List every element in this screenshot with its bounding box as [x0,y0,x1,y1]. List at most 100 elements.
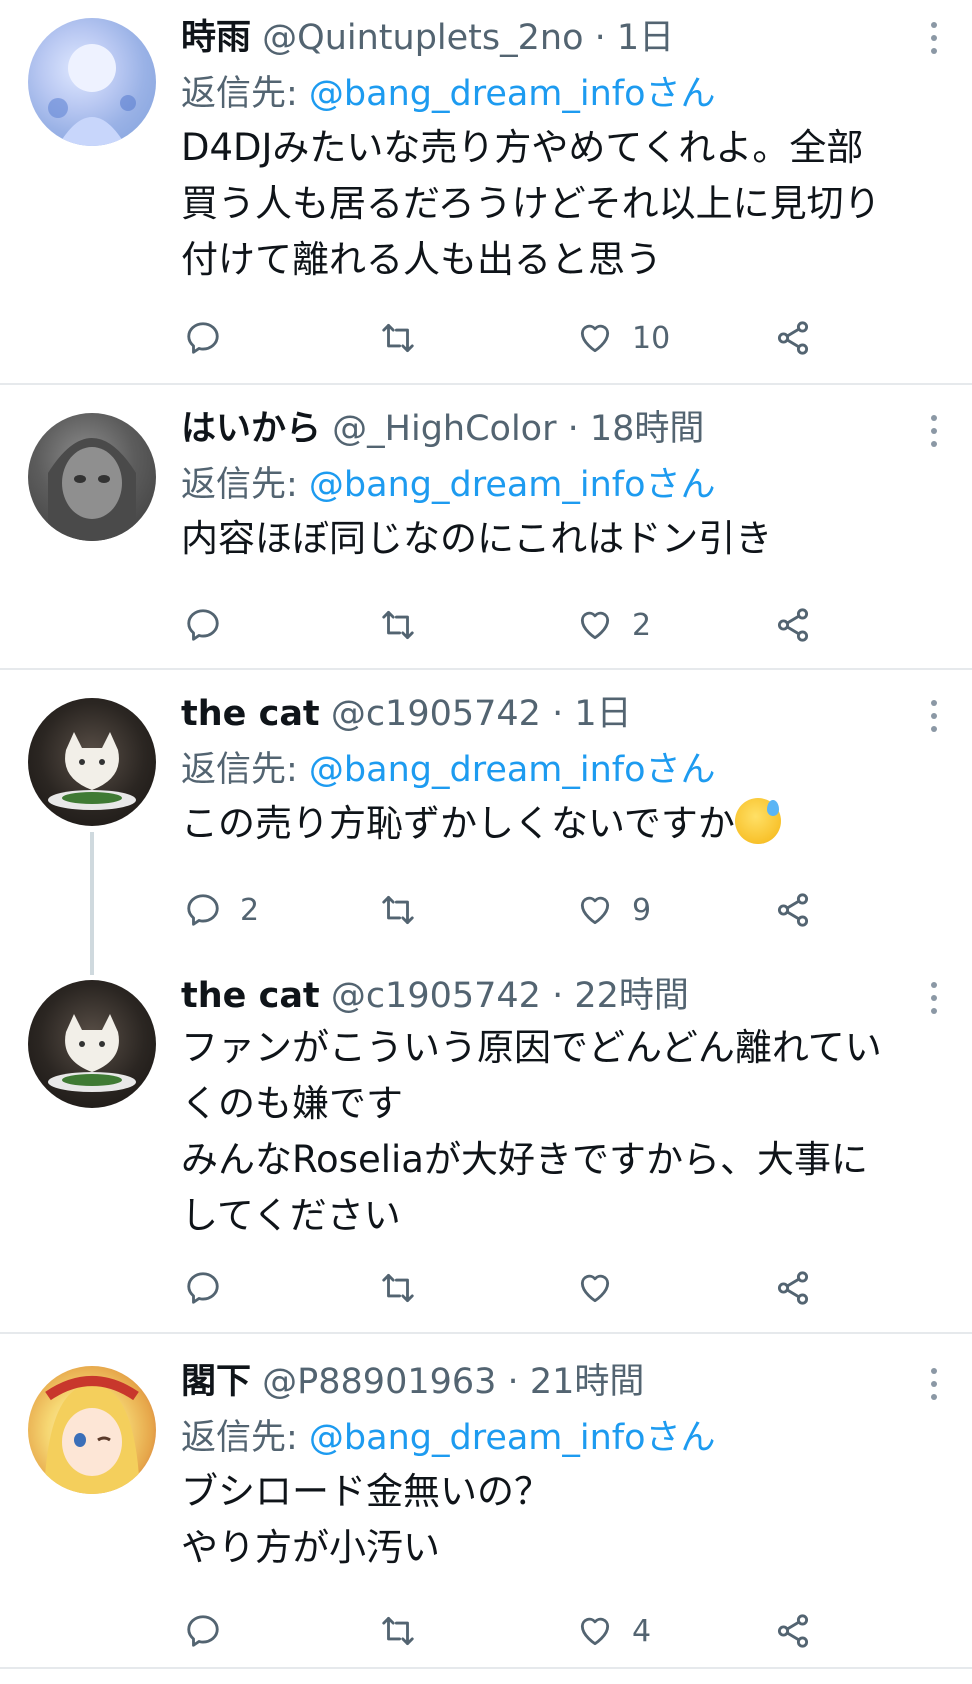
mention-link[interactable]: @bang_dream_infoさん [309,74,716,114]
timestamp[interactable]: 1日 [617,18,674,58]
reply-button[interactable]: 2 [184,890,259,930]
retweet-button[interactable] [379,890,435,930]
text-line: 付けて離れる人も出ると思う [181,238,662,281]
like-icon [580,1274,610,1303]
reply-button[interactable] [184,318,240,358]
reply-label: 返信先: [181,750,309,790]
more-icon[interactable] [930,1368,938,1400]
action-bar: 2 [181,605,821,645]
mention-link[interactable]: @bang_dream_infoさん [309,465,716,505]
retweet-icon [382,1616,414,1646]
mention-link[interactable]: @bang_dream_infoさん [309,1418,716,1458]
tweet-header: はいから @_HighColor · 18時間 [181,407,952,451]
separator: · [496,1362,530,1402]
retweet-button[interactable] [379,1611,435,1651]
tweet-text: ブシロード金無いの？ やり方が小汚い [181,1464,952,1576]
tweet-5[interactable]: 閣下 @P88901963 · 21時間 返信先: @bang_dream_in… [0,1334,972,1667]
share-button[interactable] [774,318,812,358]
like-icon [580,896,610,925]
text-line: みんなRoseliaが大好きですから、大事に [181,1138,868,1181]
timestamp[interactable]: 22時間 [574,976,689,1016]
share-button[interactable] [774,890,812,930]
like-button[interactable] [576,1268,632,1308]
display-name[interactable]: 時雨 [181,18,251,58]
user-handle[interactable]: @P88901963 [262,1362,496,1402]
display-name[interactable]: 閣下 [181,1362,251,1402]
retweet-icon [382,895,414,925]
tweet-header: 閣下 @P88901963 · 21時間 [181,1360,952,1404]
reply-label: 返信先: [181,74,309,114]
action-bar: 2 9 [181,890,821,930]
text-line: この売り方恥ずかしくないですか [181,796,952,852]
action-bar [181,1268,821,1308]
share-button[interactable] [774,1268,812,1308]
text-line: 買う人も居るだろうけどそれ以上に見切り [181,182,881,225]
retweet-icon [382,610,414,640]
separator: · [540,694,575,734]
user-handle[interactable]: @c1905742 [331,976,541,1016]
retweet-button[interactable] [379,605,435,645]
timestamp[interactable]: 18時間 [590,409,705,449]
share-button[interactable] [774,1611,812,1651]
text-line: 内容ほぼ同じなのにこれはドン引き [181,517,773,560]
more-icon[interactable] [930,22,938,54]
action-bar: 10 [181,318,821,358]
share-button[interactable] [774,605,812,645]
share-icon [777,893,809,927]
like-count: 10 [632,320,671,356]
user-handle[interactable]: @c1905742 [331,694,541,734]
like-icon [580,1617,610,1646]
separator: · [556,409,590,449]
like-button[interactable]: 9 [576,890,651,930]
user-handle[interactable]: @_HighColor [332,409,556,449]
user-handle[interactable]: @Quintuplets_2no [262,18,583,58]
tweet-header: 時雨 @Quintuplets_2no · 1日 [181,16,952,60]
display-name[interactable]: はいから [181,409,321,449]
share-icon [777,1271,809,1305]
share-icon [777,608,809,642]
reply-button[interactable] [184,1268,240,1308]
text-span: この売り方恥ずかしくないですか [181,802,735,845]
avatar[interactable] [28,413,156,541]
avatar[interactable] [28,18,156,146]
mention-link[interactable]: @bang_dream_infoさん [309,750,716,790]
text-line: D4DJみたいな売り方やめてくれよ。全部 [181,126,864,169]
tweet-text: この売り方恥ずかしくないですか [181,796,952,852]
like-button[interactable]: 4 [576,1611,651,1651]
timestamp[interactable]: 21時間 [530,1362,645,1402]
tweet-2[interactable]: はいから @_HighColor · 18時間 返信先: @bang_dream… [0,385,972,668]
like-count: 4 [632,1613,652,1649]
text-line: やり方が小汚い [181,1526,440,1569]
display-name[interactable]: the cat [181,694,320,734]
tweet-text: D4DJみたいな売り方やめてくれよ。全部 買う人も居るだろうけどそれ以上に見切り… [181,120,952,288]
text-line: くのも嫌です [181,1082,403,1125]
tweet-1[interactable]: 時雨 @Quintuplets_2no · 1日 返信先: @bang_drea… [0,0,972,383]
retweet-button[interactable] [379,1268,435,1308]
reply-icon [187,1272,219,1304]
share-icon [777,1614,809,1648]
more-icon[interactable] [930,982,938,1014]
reply-button[interactable] [184,1611,240,1651]
retweet-button[interactable] [379,318,435,358]
more-icon[interactable] [930,415,938,447]
reply-icon [187,1615,219,1647]
like-button[interactable]: 2 [576,605,651,645]
more-icon[interactable] [930,700,938,732]
reply-to: 返信先: @bang_dream_infoさん [181,748,952,792]
like-icon [580,611,610,640]
reply-button[interactable] [184,605,240,645]
reply-to: 返信先: @bang_dream_infoさん [181,1416,952,1460]
reply-icon [187,609,219,641]
like-button[interactable]: 10 [576,318,670,358]
avatar[interactable] [28,698,156,826]
divider [0,1667,972,1669]
separator: · [540,976,575,1016]
reply-label: 返信先: [181,1418,309,1458]
text-line: してください [181,1194,401,1237]
avatar[interactable] [28,1366,156,1494]
avatar[interactable] [28,980,156,1108]
display-name[interactable]: the cat [181,976,320,1016]
tweet-text: 内容ほぼ同じなのにこれはドン引き [181,511,952,567]
timestamp[interactable]: 1日 [574,694,631,734]
thread: the cat @c1905742 · 1日 返信先: @bang_dream_… [0,670,972,1332]
